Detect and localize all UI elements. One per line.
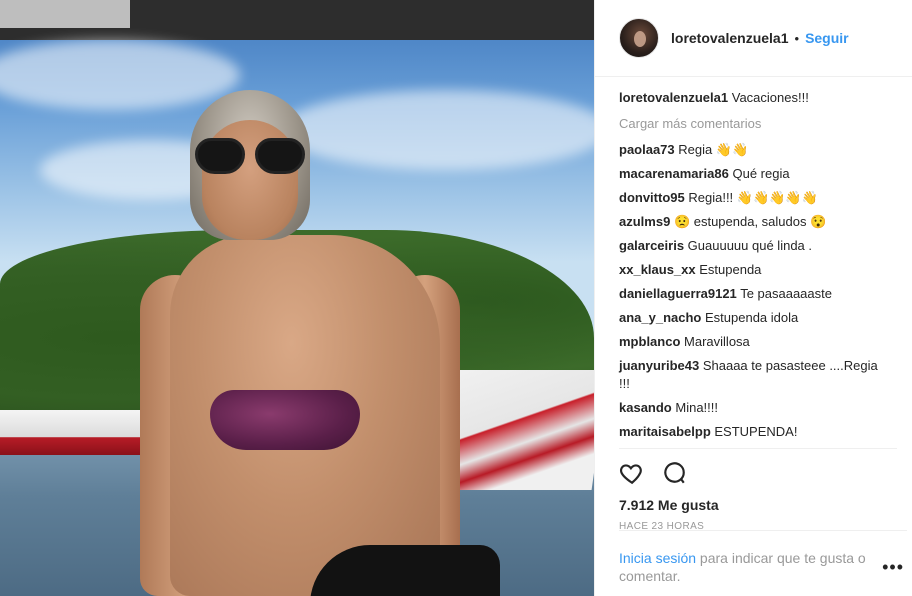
comment-text: Mina!!!! bbox=[675, 400, 718, 415]
caption-text: Vacaciones!!! bbox=[731, 90, 809, 105]
heart-icon[interactable] bbox=[619, 460, 645, 489]
comment-text: Maravillosa bbox=[684, 334, 750, 349]
header-username[interactable]: loretovalenzuela1 bbox=[671, 30, 789, 46]
comment-user[interactable]: daniellaguerra9121 bbox=[619, 286, 737, 301]
login-prompt: Inicia sesión para indicar que te gusta … bbox=[619, 530, 907, 585]
comment-text: Qué regia bbox=[732, 166, 790, 181]
more-options-icon[interactable]: ••• bbox=[882, 557, 904, 578]
follow-button[interactable]: Seguir bbox=[805, 30, 849, 46]
comment-text: Estupenda bbox=[699, 262, 762, 277]
comment-text: Regia 👋👋 bbox=[678, 142, 749, 157]
action-icons bbox=[619, 457, 897, 491]
comment-user[interactable]: juanyuribe43 bbox=[619, 358, 699, 373]
list-item: galarceiris Guauuuuu qué linda . bbox=[619, 237, 888, 255]
comment-user[interactable]: macarenamaria86 bbox=[619, 166, 729, 181]
login-link[interactable]: Inicia sesión bbox=[619, 550, 696, 566]
comment-user[interactable]: kasando bbox=[619, 400, 672, 415]
list-item: ana_y_nacho Estupenda idola bbox=[619, 309, 888, 327]
list-item: azulms9 😟 estupenda, saludos 😯 bbox=[619, 213, 888, 231]
comment-user[interactable]: maritaisabelpp bbox=[619, 424, 711, 439]
photo-top-banner bbox=[0, 0, 594, 40]
list-item: donvitto95 Regia!!! 👋👋👋👋👋 bbox=[619, 189, 888, 207]
caption: loretovalenzuela1 Vacaciones!!! bbox=[619, 89, 888, 107]
load-more-comments[interactable]: Cargar más comentarios bbox=[619, 115, 888, 133]
comment-user[interactable]: galarceiris bbox=[619, 238, 684, 253]
comment-user[interactable]: azulms9 bbox=[619, 214, 670, 229]
instagram-post: loretovalenzuela1 • Seguir loretovalenzu… bbox=[0, 0, 912, 596]
sunglasses bbox=[195, 138, 305, 174]
post-actions: 7.912 Me gusta HACE 23 HORAS bbox=[619, 448, 897, 532]
list-item: mpblanco Maravillosa bbox=[619, 333, 888, 351]
comments-list: loretovalenzuela1 Vacaciones!!! Cargar m… bbox=[595, 77, 912, 443]
comment-user[interactable]: xx_klaus_xx bbox=[619, 262, 696, 277]
avatar[interactable] bbox=[619, 18, 659, 58]
comment-text: Te pasaaaaaste bbox=[740, 286, 832, 301]
person bbox=[140, 90, 510, 596]
comment-text: Regia!!! 👋👋👋👋👋 bbox=[688, 190, 818, 205]
comment-user[interactable]: paolaa73 bbox=[619, 142, 675, 157]
bikini-bottom bbox=[310, 545, 500, 596]
comment-user[interactable]: ana_y_nacho bbox=[619, 310, 701, 325]
bikini-top bbox=[210, 390, 360, 450]
comment-user[interactable]: mpblanco bbox=[619, 334, 680, 349]
caption-username[interactable]: loretovalenzuela1 bbox=[619, 90, 728, 105]
list-item: macarenamaria86 Qué regia bbox=[619, 165, 888, 183]
list-item: maritaisabelpp ESTUPENDA! bbox=[619, 423, 888, 441]
comment-text: Estupenda idola bbox=[705, 310, 799, 325]
list-item: daniellaguerra9121 Te pasaaaaaste bbox=[619, 285, 888, 303]
list-item: juanyuribe43 Shaaaa te pasasteee ....Reg… bbox=[619, 357, 888, 393]
comment-user[interactable]: donvitto95 bbox=[619, 190, 685, 205]
comment-text: ESTUPENDA! bbox=[714, 424, 798, 439]
list-item: paolaa73 Regia 👋👋 bbox=[619, 141, 888, 159]
list-item: kasando Mina!!!! bbox=[619, 399, 888, 417]
post-photo[interactable] bbox=[0, 0, 594, 596]
list-item: xx_klaus_xx Estupenda bbox=[619, 261, 888, 279]
comment-text: Guauuuuu qué linda . bbox=[687, 238, 812, 253]
post-header: loretovalenzuela1 • Seguir bbox=[595, 0, 912, 77]
likes-count[interactable]: 7.912 Me gusta bbox=[619, 497, 897, 513]
comment-text: 😟 estupenda, saludos 😯 bbox=[673, 214, 827, 229]
separator-dot: • bbox=[794, 30, 800, 46]
post-sidebar: loretovalenzuela1 • Seguir loretovalenzu… bbox=[594, 0, 912, 596]
comment-icon[interactable] bbox=[661, 460, 687, 489]
